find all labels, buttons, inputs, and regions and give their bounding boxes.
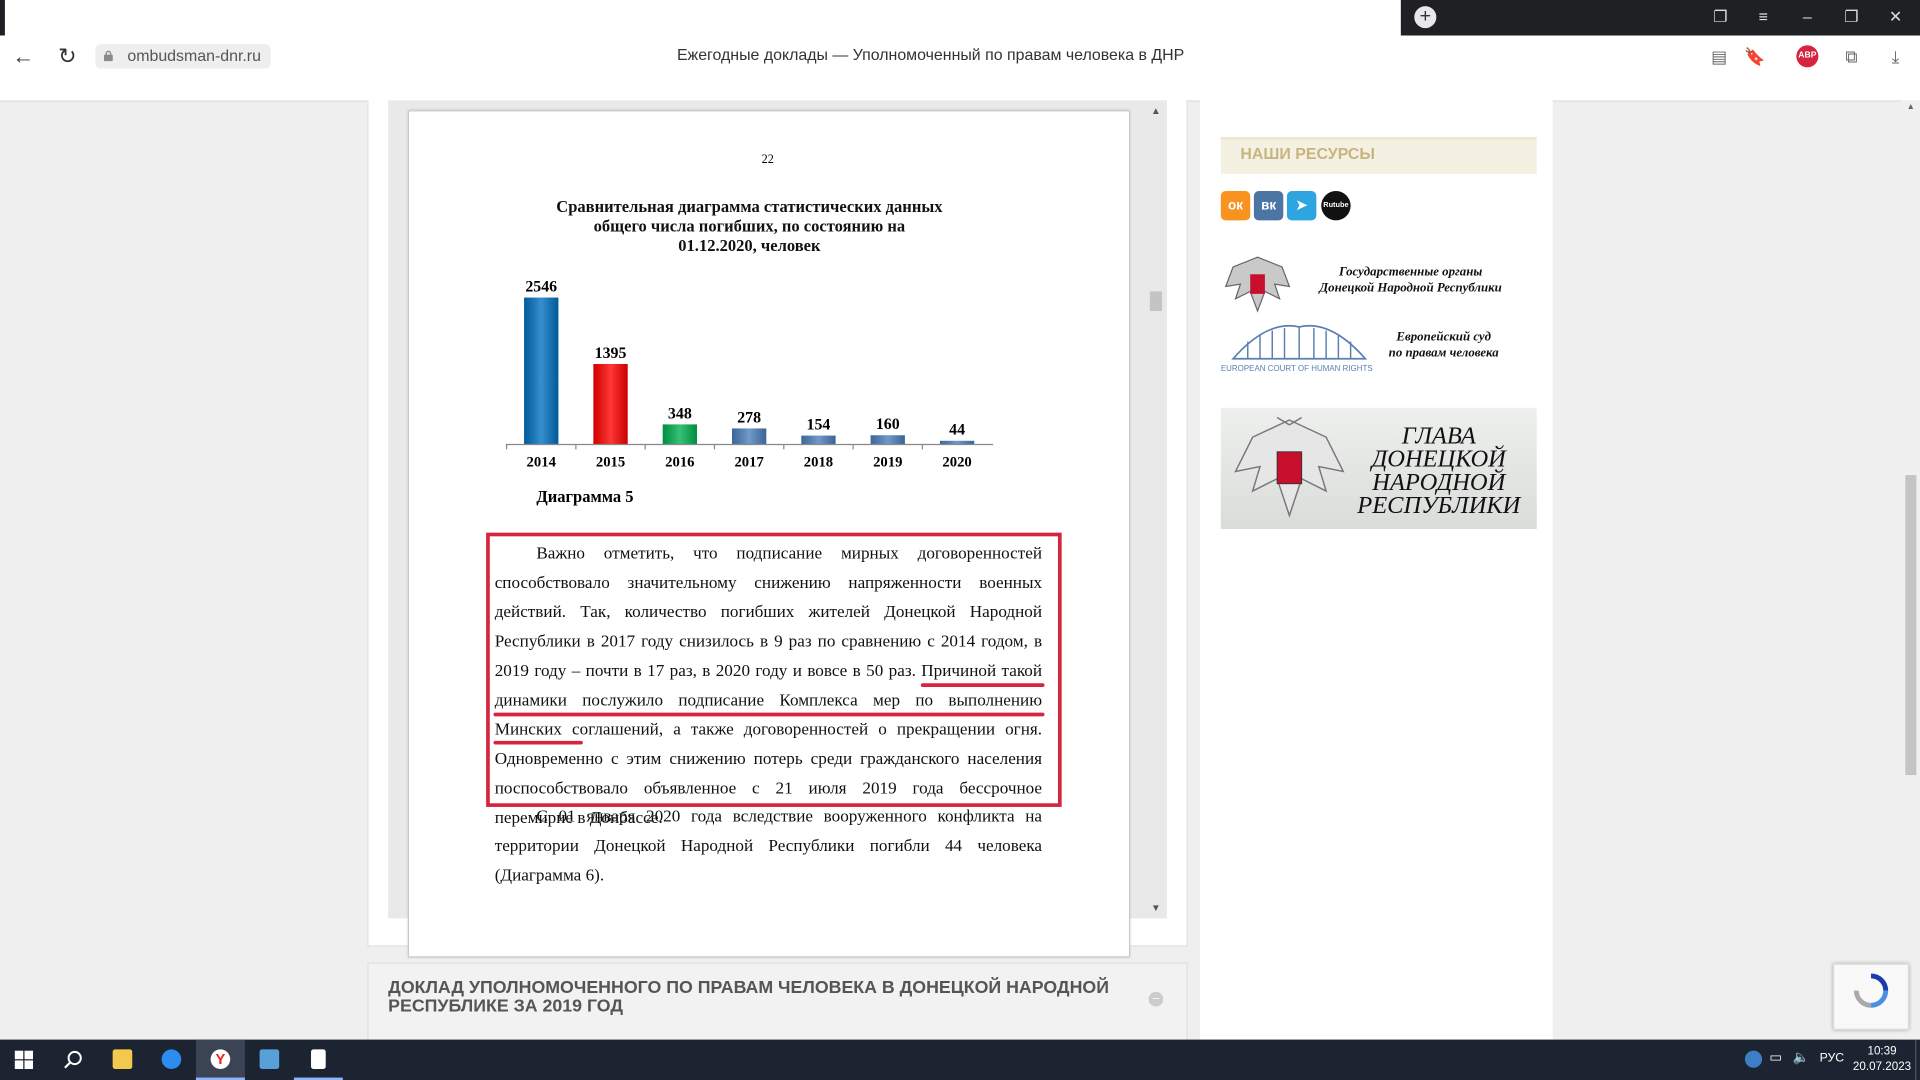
volume-icon[interactable]: 🔈 (1793, 1049, 1810, 1066)
scroll-up-icon[interactable]: ▲ (1151, 105, 1161, 116)
reader-mode-icon[interactable]: ▤ (1708, 45, 1730, 67)
odnoklassniki-icon[interactable]: ок (1220, 191, 1251, 221)
highlight-box (486, 532, 1062, 807)
taskbar-calculator[interactable] (245, 1040, 294, 1080)
underline-annotation (920, 683, 1045, 687)
search-icon (64, 1050, 82, 1069)
page-scrollbar[interactable]: ▲ (1901, 100, 1920, 1040)
telegram-icon[interactable]: ➤ (1286, 191, 1317, 221)
minimize-button[interactable]: – (1795, 6, 1819, 28)
notification-app-icon[interactable] (1744, 1050, 1763, 1068)
sidebar (1200, 100, 1553, 1040)
back-button[interactable]: ← (11, 44, 35, 68)
coat-of-arms-icon (1224, 256, 1291, 313)
chart-category-label: 2020 (942, 455, 971, 471)
chart-data-label: 1395 (595, 345, 627, 362)
restore-button[interactable]: ❐ (1839, 6, 1863, 28)
document-page-number: 22 (761, 153, 774, 167)
taskbar-explorer[interactable] (98, 1040, 147, 1080)
chart-data-label: 44 (949, 422, 965, 439)
vk-icon[interactable]: вк (1253, 191, 1284, 221)
scroll-thumb[interactable] (1905, 475, 1917, 776)
clock[interactable]: 10:39 20.07.2023 (1851, 1043, 1912, 1075)
coat-of-arms-icon (1234, 416, 1345, 518)
chart-bar-shading (732, 428, 767, 445)
search-button[interactable] (49, 1040, 98, 1080)
paragraph: С 01 января 2020 года вследствие вооруже… (494, 808, 1043, 886)
scroll-up-icon[interactable]: ▲ (1907, 103, 1915, 112)
close-button[interactable]: ✕ (1883, 6, 1907, 28)
scroll-down-icon[interactable]: ▼ (1151, 902, 1161, 913)
chart-data-label: 154 (807, 416, 831, 433)
bar-chart: 2546 1395 348 278 154 160 44 2014 2015 2016 2017 2… (505, 278, 994, 471)
chart-bar-shading (593, 363, 628, 445)
address-bar[interactable]: ombudsman-dnr.ru (95, 44, 271, 69)
underline-annotation (493, 712, 1045, 717)
adblock-icon[interactable]: ABP (1796, 45, 1819, 68)
echr-caption: EUROPEAN COURT OF HUMAN RIGHTS (1220, 364, 1373, 374)
url-text: ombudsman-dnr.ru (127, 46, 261, 65)
taskbar-notepad[interactable] (293, 1040, 343, 1080)
app-icon (161, 1049, 182, 1069)
start-button[interactable] (0, 1040, 49, 1080)
yandex-browser-icon: Y (210, 1049, 231, 1069)
chart-bar-shading (524, 297, 559, 445)
head-of-republic-text: ГЛАВА ДОНЕЦКОЙ НАРОДНОЙ РЕСПУБЛИКИ (1357, 422, 1521, 520)
language-indicator[interactable]: РУС (1820, 1052, 1845, 1065)
new-tab-button[interactable]: + (1414, 6, 1437, 29)
chart-data-label: 348 (668, 405, 692, 422)
chart-category-label: 2014 (527, 455, 557, 471)
rutube-icon[interactable]: Rutube (1321, 191, 1351, 221)
accordion-title[interactable]: ДОКЛАД УПОЛНОМОЧЕННОГО ПО ПРАВАМ ЧЕЛОВЕК… (388, 979, 1123, 1017)
menu-icon[interactable]: ≡ (1751, 6, 1775, 28)
network-icon[interactable]: ▭ (1769, 1049, 1782, 1066)
extensions-icon[interactable]: ⧉ (1840, 45, 1862, 67)
chart-category-label: 2016 (665, 455, 694, 471)
chart-category-label: 2015 (596, 455, 625, 471)
resources-title: НАШИ РЕСУРСЫ (1240, 144, 1375, 163)
chart-bar-shading (801, 435, 836, 445)
echr-text: Европейский суд по правам человека (1388, 330, 1499, 361)
show-desktop-button[interactable] (1915, 1039, 1917, 1080)
chart-bar-shading (662, 424, 697, 445)
recaptcha-icon (1853, 973, 1889, 1008)
chart-data-label: 278 (737, 409, 761, 426)
chart-data-label: 160 (876, 416, 900, 433)
tab-strip-edge (0, 0, 5, 36)
folder-icon (112, 1049, 133, 1069)
accordion-toggle-icon[interactable]: – (1148, 991, 1164, 1007)
taskbar-yandex-browser[interactable]: Y (195, 1039, 245, 1080)
collections-icon[interactable]: ❐ (1708, 6, 1732, 28)
lock-icon (103, 50, 113, 62)
echr-banner[interactable]: EUROPEAN COURT OF HUMAN RIGHTS Европейск… (1221, 317, 1537, 378)
chart-caption: Диаграмма 5 (536, 487, 634, 506)
chart-data-label: 2546 (525, 278, 557, 295)
chart-bar-shading (870, 435, 905, 445)
downloads-icon[interactable]: ⤓ (1885, 45, 1907, 67)
page-title: Ежегодные доклады — Уполномоченный по пр… (676, 45, 1185, 64)
chart-category-label: 2019 (873, 455, 902, 471)
chart-category-label: 2017 (734, 455, 763, 471)
document-icon (311, 1049, 326, 1069)
calculator-icon (259, 1049, 280, 1069)
bookmark-icon[interactable]: 🔖 (1744, 45, 1766, 67)
taskbar-app[interactable] (147, 1040, 196, 1080)
reload-button[interactable]: ↻ (55, 44, 79, 68)
windows-icon (14, 1050, 34, 1069)
underline-annotation (493, 740, 583, 745)
chart-title: Сравнительная диаграмма статистических д… (556, 197, 943, 255)
gov-bodies-text: Государственные органы Донецкой Народной… (1319, 265, 1502, 296)
viewer-scrollbar[interactable]: ▲ ▼ (1147, 100, 1164, 918)
echr-building-icon (1231, 325, 1368, 360)
chart-category-label: 2018 (804, 455, 833, 471)
scroll-thumb[interactable] (1149, 291, 1163, 312)
gov-bodies-banner[interactable]: Государственные органы Донецкой Народной… (1221, 250, 1537, 316)
recaptcha-badge[interactable] (1833, 963, 1909, 1030)
head-of-republic-banner[interactable]: ГЛАВА ДОНЕЦКОЙ НАРОДНОЙ РЕСПУБЛИКИ (1220, 407, 1537, 529)
